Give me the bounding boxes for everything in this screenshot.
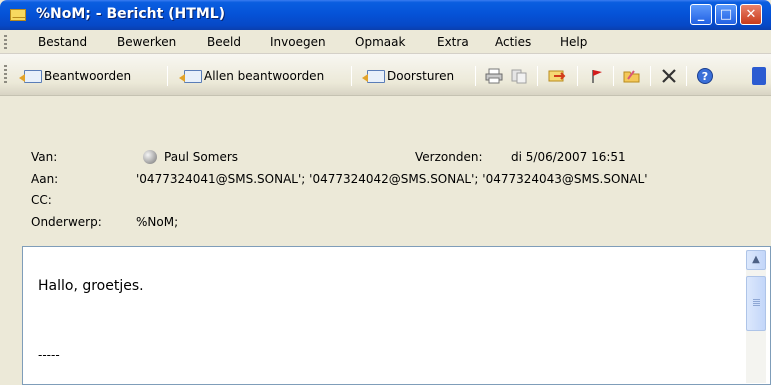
delete-icon[interactable]	[660, 67, 678, 85]
message-body[interactable]: Hallo, groetjes. ----- ▲	[22, 246, 771, 385]
body-text: Hallo, groetjes.	[38, 278, 144, 294]
toolbar-separator	[577, 66, 578, 86]
toolbar-separator	[613, 66, 614, 86]
reply-all-label: Allen beantwoorden	[204, 69, 325, 83]
forward-label: Doorsturen	[387, 69, 455, 83]
reply-label: Beantwoorden	[44, 69, 132, 83]
presence-icon[interactable]	[143, 150, 157, 164]
message-icon	[10, 9, 26, 21]
toolbar-separator	[351, 66, 352, 86]
menu-beeld[interactable]: Beeld	[207, 35, 241, 49]
flag-icon[interactable]	[588, 67, 606, 85]
toolbar-grip[interactable]	[4, 65, 7, 83]
toolbar-separator	[686, 66, 687, 86]
subject-label: Onderwerp:	[31, 215, 102, 229]
from-value[interactable]: Paul Somers	[164, 150, 238, 164]
move-to-folder-icon[interactable]	[548, 67, 566, 85]
menu-opmaak[interactable]: Opmaak	[355, 35, 405, 49]
scroll-up-button[interactable]: ▲	[746, 250, 766, 270]
menu-grip[interactable]	[4, 35, 7, 50]
to-value[interactable]: '0477324041@SMS.SONAL'; '0477324042@SMS.…	[136, 172, 648, 186]
subject-value: %NoM;	[136, 215, 179, 229]
window-title: %NoM; - Bericht (HTML)	[36, 6, 226, 22]
help-icon[interactable]: ?	[696, 67, 714, 85]
toolbar-separator	[537, 66, 538, 86]
close-button[interactable]: ✕	[740, 4, 762, 25]
vertical-scrollbar[interactable]: ▲	[746, 250, 766, 383]
forward-icon	[362, 69, 385, 83]
maximize-button[interactable]: □	[715, 4, 737, 25]
reply-all-button[interactable]: Allen beantwoorden	[179, 66, 325, 86]
to-label: Aan:	[31, 172, 59, 186]
scroll-thumb[interactable]	[746, 276, 766, 331]
menu-help[interactable]: Help	[560, 35, 587, 49]
printer-icon[interactable]	[485, 67, 503, 85]
toolbar: Beantwoorden Allen beantwoorden Doorstur…	[0, 54, 771, 96]
from-label: Van:	[31, 150, 58, 164]
menu-bestand[interactable]: Bestand	[38, 35, 87, 49]
menu-bewerken[interactable]: Bewerken	[117, 35, 176, 49]
toolbar-separator	[475, 66, 476, 86]
signature-separator: -----	[38, 348, 60, 362]
menu-acties[interactable]: Acties	[495, 35, 531, 49]
menu-bar: Bestand Bewerken Beeld Invoegen Opmaak E…	[0, 30, 771, 54]
reply-button[interactable]: Beantwoorden	[19, 66, 132, 86]
menu-extra[interactable]: Extra	[437, 35, 469, 49]
forward-button[interactable]: Doorsturen	[362, 66, 455, 86]
folder-icon[interactable]	[623, 67, 641, 85]
toolbar-separator	[167, 66, 168, 86]
cc-label: CC:	[31, 193, 52, 207]
minimize-button[interactable]: _	[690, 4, 712, 25]
reply-icon	[19, 69, 42, 83]
toolbar-separator	[650, 66, 651, 86]
title-bar[interactable]: %NoM; - Bericht (HTML) _ □ ✕	[0, 0, 771, 30]
sent-value: di 5/06/2007 16:51	[511, 150, 626, 164]
copy-icon[interactable]	[510, 67, 528, 85]
sent-label: Verzonden:	[415, 150, 483, 164]
svg-text:?: ?	[702, 70, 708, 83]
reply-all-icon	[179, 69, 202, 83]
menu-invoegen[interactable]: Invoegen	[270, 35, 326, 49]
toolbar-overflow-icon[interactable]	[752, 67, 766, 85]
